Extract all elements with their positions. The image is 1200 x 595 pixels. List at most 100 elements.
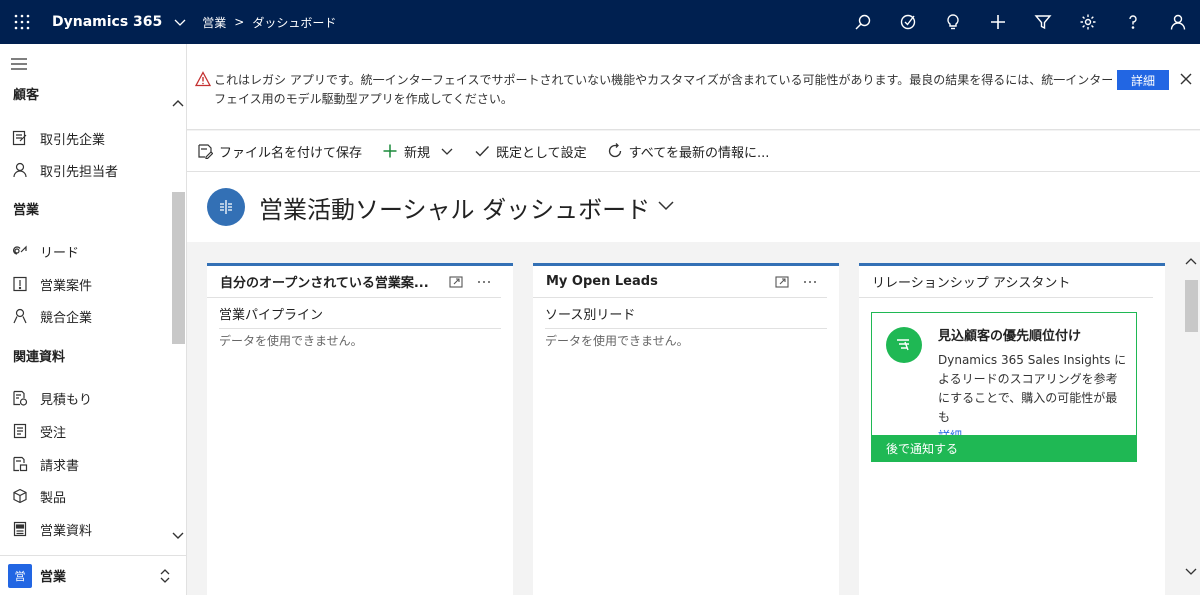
- suggestion-text: Dynamics 365 Sales Insights によるリードのスコアリン…: [938, 353, 1127, 424]
- insights-icon: [886, 327, 922, 363]
- refresh-all-label: すべてを最新の情報に...: [628, 145, 770, 161]
- sidebar-item-label: 取引先担当者: [40, 164, 119, 180]
- save-as-button[interactable]: ファイル名を付けて保存: [197, 142, 362, 161]
- sidebar-item-invoices[interactable]: 請求書: [0, 448, 170, 480]
- command-bar: ファイル名を付けて保存 新規 既定として設定 すべてを最新の情報に...: [187, 131, 1200, 172]
- chevron-down-icon[interactable]: [171, 528, 185, 542]
- chart-name[interactable]: 営業パイプライン: [219, 298, 501, 329]
- new-label: 新規: [404, 145, 431, 161]
- set-as-default-button[interactable]: 既定として設定: [474, 142, 587, 161]
- open-opportunities-card: 自分のオープンされている営業案... 営業パイプライン データを使用できません。: [207, 263, 513, 595]
- sidebar-section-customers: 顧客: [13, 88, 40, 103]
- my-open-leads-card: My Open Leads ソース別リード データを使用できません。: [533, 263, 839, 595]
- task-icon[interactable]: [885, 0, 930, 44]
- user-icon[interactable]: [1155, 0, 1200, 44]
- new-button[interactable]: 新規: [382, 142, 454, 161]
- search-icon[interactable]: [840, 0, 885, 44]
- lightbulb-icon[interactable]: [930, 0, 975, 44]
- app-name[interactable]: Dynamics 365: [52, 14, 162, 30]
- notification-text: これはレガシ アプリです。統一インターフェイスでサポートされていない機能やカスタ…: [214, 73, 1114, 106]
- chart-name[interactable]: ソース別リード: [545, 298, 827, 329]
- chevron-right-icon: >: [234, 15, 245, 29]
- sidebar-item-label: 受注: [40, 425, 67, 441]
- refresh-all-button[interactable]: すべてを最新の情報に...: [607, 142, 770, 161]
- sidebar-section-sales: 営業: [13, 203, 40, 218]
- sidebar-item-label: 取引先企業: [40, 132, 106, 148]
- learn-more-button[interactable]: 詳細: [1117, 70, 1169, 90]
- competitor-icon: [12, 308, 28, 324]
- dashboard-content: 自分のオープンされている営業案... 営業パイプライン データを使用できません。…: [187, 242, 1200, 595]
- plus-icon: [382, 143, 398, 159]
- legacy-app-notification: これはレガシ アプリです。統一インターフェイスでサポートされていない機能やカスタ…: [187, 44, 1200, 130]
- save-as-label: ファイル名を付けて保存: [219, 145, 363, 161]
- card-title: My Open Leads: [546, 274, 658, 289]
- close-icon[interactable]: [1177, 70, 1195, 88]
- breadcrumb-page[interactable]: ダッシュボード: [252, 14, 336, 31]
- suggestion-heading: 見込顧客の優先順位付け: [938, 329, 1082, 344]
- sidebar-item-competitors[interactable]: 競合企業: [0, 300, 170, 332]
- invoice-icon: [12, 456, 28, 472]
- dashboard-title: 営業活動ソーシャル ダッシュボード: [259, 196, 651, 224]
- scrollbar-thumb[interactable]: [1185, 280, 1198, 332]
- app-launcher-icon[interactable]: [0, 0, 44, 44]
- card-title: リレーションシップ アシスタント: [872, 276, 1071, 291]
- sidebar-item-accounts[interactable]: 取引先企業: [0, 122, 170, 154]
- sitemap-sidebar: 顧客 取引先企業 取引先担当者 営業 リード 営業案件 競合企業 関連資料 見積…: [0, 44, 187, 595]
- save-as-icon: [197, 143, 213, 159]
- account-icon: [12, 130, 28, 146]
- dashboard-icon: [207, 188, 245, 226]
- filter-icon[interactable]: [1020, 0, 1065, 44]
- refresh-icon: [607, 143, 623, 159]
- sidebar-item-label: リード: [40, 245, 80, 261]
- no-data-message: データを使用できません。: [219, 334, 363, 348]
- contact-icon: [12, 162, 28, 178]
- plus-icon[interactable]: [975, 0, 1020, 44]
- sidebar-item-sales-literature[interactable]: 営業資料: [0, 513, 170, 545]
- sidebar-item-orders[interactable]: 受注: [0, 415, 170, 447]
- quote-icon: [12, 390, 28, 406]
- assistant-suggestion[interactable]: 見込顧客の優先順位付け Dynamics 365 Sales Insights …: [871, 312, 1137, 462]
- sidebar-item-label: 営業案件: [40, 278, 93, 294]
- content-scrollbar[interactable]: [1183, 242, 1200, 595]
- dashboard-header: 営業活動ソーシャル ダッシュボード: [187, 172, 1200, 242]
- sidebar-section-collateral: 関連資料: [13, 350, 66, 365]
- sidebar-item-label: 競合企業: [40, 310, 93, 326]
- sidebar-scrollbar[interactable]: [172, 192, 185, 344]
- chevron-up-icon[interactable]: [171, 97, 185, 111]
- sidebar-item-label: 請求書: [40, 458, 80, 474]
- scroll-down-icon[interactable]: [1185, 567, 1197, 577]
- sidebar-item-opportunities[interactable]: 営業案件: [0, 268, 170, 300]
- hamburger-menu-icon[interactable]: [11, 57, 27, 71]
- snooze-button[interactable]: 後で通知する: [872, 435, 1136, 461]
- more-options-icon[interactable]: [803, 275, 817, 289]
- scroll-up-icon[interactable]: [1185, 256, 1197, 266]
- expand-icon[interactable]: [775, 275, 789, 289]
- breadcrumb: 営業 > ダッシュボード: [202, 14, 336, 31]
- chevron-down-icon[interactable]: [174, 16, 186, 28]
- area-label: 営業: [40, 570, 67, 585]
- opportunity-icon: [12, 276, 28, 292]
- sales-literature-icon: [12, 521, 28, 537]
- no-data-message: データを使用できません。: [545, 334, 689, 348]
- sidebar-item-label: 見積もり: [40, 392, 93, 408]
- sidebar-item-label: 営業資料: [40, 523, 93, 539]
- more-options-icon[interactable]: [477, 275, 491, 289]
- card-title: 自分のオープンされている営業案...: [220, 276, 429, 291]
- sidebar-item-products[interactable]: 製品: [0, 480, 170, 512]
- sidebar-item-contacts[interactable]: 取引先担当者: [0, 154, 170, 186]
- sidebar-item-quotes[interactable]: 見積もり: [0, 382, 170, 414]
- area-switcher[interactable]: 営 営業: [0, 555, 186, 595]
- chevron-down-icon[interactable]: [440, 144, 454, 158]
- sidebar-item-leads[interactable]: リード: [0, 235, 170, 267]
- dashboard-selector-chevron-icon[interactable]: [657, 200, 675, 212]
- breadcrumb-area[interactable]: 営業: [202, 14, 226, 31]
- top-navigation-bar: Dynamics 365 営業 > ダッシュボード: [0, 0, 1200, 44]
- help-icon[interactable]: [1110, 0, 1155, 44]
- lead-icon: [12, 243, 28, 259]
- area-badge: 営: [8, 563, 32, 588]
- expand-icon[interactable]: [449, 275, 463, 289]
- sidebar-item-label: 製品: [40, 490, 67, 506]
- gear-icon[interactable]: [1065, 0, 1110, 44]
- chevron-up-down-icon[interactable]: [158, 568, 172, 584]
- order-icon: [12, 423, 28, 439]
